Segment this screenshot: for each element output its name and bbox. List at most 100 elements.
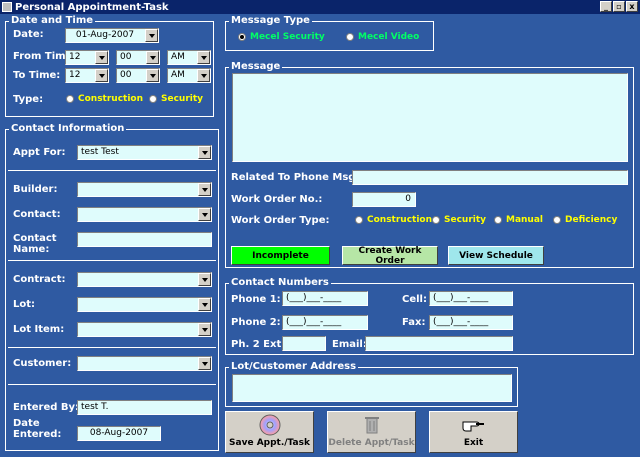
email-field[interactable] <box>365 336 513 351</box>
date-entered-label: Date Entered: <box>13 418 62 440</box>
radio-icon <box>346 33 354 41</box>
radio-icon <box>355 216 363 224</box>
to-time-label: To Time: <box>13 70 61 81</box>
work-order-no-label: Work Order No.: <box>231 194 323 205</box>
contact-name-label: Contact Name: <box>13 233 57 255</box>
exit-label: Exit <box>463 438 484 448</box>
chevron-down-icon[interactable] <box>198 298 211 311</box>
from-minute-select[interactable]: 00 <box>116 50 160 65</box>
phone1-field[interactable]: (___)___-____ <box>282 291 368 306</box>
radio-icon <box>494 216 502 224</box>
window-title: Personal Appointment-Task <box>15 1 169 13</box>
delete-appt-button[interactable]: Delete Appt/Task <box>327 411 416 453</box>
phone1-label: Phone 1: <box>231 294 281 305</box>
lot-item-select[interactable] <box>77 322 212 337</box>
incomplete-button[interactable]: Incomplete <box>231 246 330 265</box>
work-order-type-label: Work Order Type: <box>231 215 330 226</box>
delete-icon <box>360 414 384 436</box>
chevron-down-icon[interactable] <box>95 51 108 64</box>
chevron-down-icon[interactable] <box>198 208 211 221</box>
message-textarea[interactable] <box>232 73 628 162</box>
chevron-down-icon[interactable] <box>95 69 108 82</box>
divider <box>8 260 216 261</box>
wo-type-construction-radio[interactable]: Construction <box>355 215 432 225</box>
save-appt-button[interactable]: Save Appt./Task <box>225 411 314 453</box>
to-minute-select[interactable]: 00 <box>116 68 160 83</box>
address-field[interactable] <box>232 374 512 402</box>
radio-icon <box>149 95 157 103</box>
chevron-down-icon[interactable] <box>197 69 210 82</box>
to-ampm-select[interactable]: AM <box>167 68 211 83</box>
radio-icon <box>432 216 440 224</box>
maximize-button[interactable]: ▫ <box>613 1 625 12</box>
radio-icon <box>66 95 74 103</box>
minimize-button[interactable]: _ <box>600 1 612 12</box>
wo-type-deficiency-radio[interactable]: Deficiency <box>553 215 617 225</box>
contact-select[interactable] <box>77 207 212 222</box>
cd-disk-icon <box>258 414 282 436</box>
builder-select[interactable] <box>77 182 212 197</box>
radio-selected-icon <box>238 33 246 41</box>
from-hour-select[interactable]: 12 <box>65 50 109 65</box>
date-time-legend: Date and Time <box>9 15 96 26</box>
email-label: Email: <box>332 339 367 350</box>
date-entered-field[interactable]: 08-Aug-2007 <box>77 426 161 441</box>
create-work-order-button[interactable]: Create Work Order <box>342 246 438 266</box>
contact-numbers-legend: Contact Numbers <box>229 277 331 288</box>
entered-by-label: Entered By: <box>13 402 80 413</box>
save-appt-label: Save Appt./Task <box>229 438 310 448</box>
contact-name-field[interactable] <box>77 232 212 247</box>
close-button[interactable]: x <box>626 1 638 12</box>
appt-for-label: Appt For: <box>13 147 66 158</box>
entered-by-field[interactable]: test T. <box>77 400 212 415</box>
work-order-no-field[interactable]: 0 <box>352 192 416 207</box>
wo-type-manual-radio[interactable]: Manual <box>494 215 543 225</box>
chevron-down-icon[interactable] <box>198 323 211 336</box>
mecel-video-radio[interactable]: Mecel Video <box>346 32 419 42</box>
fax-label: Fax: <box>402 317 426 328</box>
type-label: Type: <box>13 94 44 105</box>
phone2-label: Phone 2: <box>231 317 281 328</box>
chevron-down-icon[interactable] <box>146 69 159 82</box>
mecel-security-radio[interactable]: Mecel Security <box>238 32 325 42</box>
radio-icon <box>553 216 561 224</box>
date-field[interactable]: 01-Aug-2007 <box>65 28 159 43</box>
contract-label: Contract: <box>13 274 66 285</box>
type-construction-radio[interactable]: Construction <box>66 94 143 104</box>
chevron-down-icon[interactable] <box>198 273 211 286</box>
related-phone-msg-field[interactable] <box>352 170 628 185</box>
chevron-down-icon[interactable] <box>198 146 211 159</box>
chevron-down-icon[interactable] <box>198 357 211 370</box>
customer-label: Customer: <box>13 358 72 369</box>
chevron-down-icon[interactable] <box>146 51 159 64</box>
builder-label: Builder: <box>13 184 58 195</box>
from-ampm-select[interactable]: AM <box>167 50 211 65</box>
ph2-ext-label: Ph. 2 Ext: <box>231 339 286 350</box>
chevron-down-icon[interactable] <box>197 51 210 64</box>
view-schedule-button[interactable]: View Schedule <box>448 246 544 265</box>
appt-for-select[interactable]: test Test <box>77 145 212 160</box>
address-legend: Lot/Customer Address <box>229 361 359 372</box>
divider <box>8 384 216 385</box>
message-legend: Message <box>229 61 283 72</box>
phone2-field[interactable]: (___)___-____ <box>282 315 368 330</box>
fax-field[interactable]: (___)___-____ <box>429 315 513 330</box>
cell-field[interactable]: (___)___-____ <box>429 291 513 306</box>
divider <box>8 170 216 171</box>
lot-label: Lot: <box>13 299 36 310</box>
date-label: Date: <box>13 29 44 40</box>
chevron-down-icon[interactable] <box>198 183 211 196</box>
to-hour-select[interactable]: 12 <box>65 68 109 83</box>
exit-button[interactable]: Exit <box>429 411 518 453</box>
related-label: Related To Phone Msg: <box>231 172 360 183</box>
delete-appt-label: Delete Appt/Task <box>328 438 415 448</box>
title-bar: Personal Appointment-Task _ ▫ x <box>0 0 640 14</box>
contract-select[interactable] <box>77 272 212 287</box>
date-dropdown-icon[interactable] <box>145 29 158 42</box>
ph2-ext-field[interactable] <box>282 336 326 351</box>
type-security-radio[interactable]: Security <box>149 94 203 104</box>
customer-select[interactable] <box>77 356 212 371</box>
wo-type-security-radio[interactable]: Security <box>432 215 486 225</box>
lot-select[interactable] <box>77 297 212 312</box>
app-icon <box>2 2 12 12</box>
